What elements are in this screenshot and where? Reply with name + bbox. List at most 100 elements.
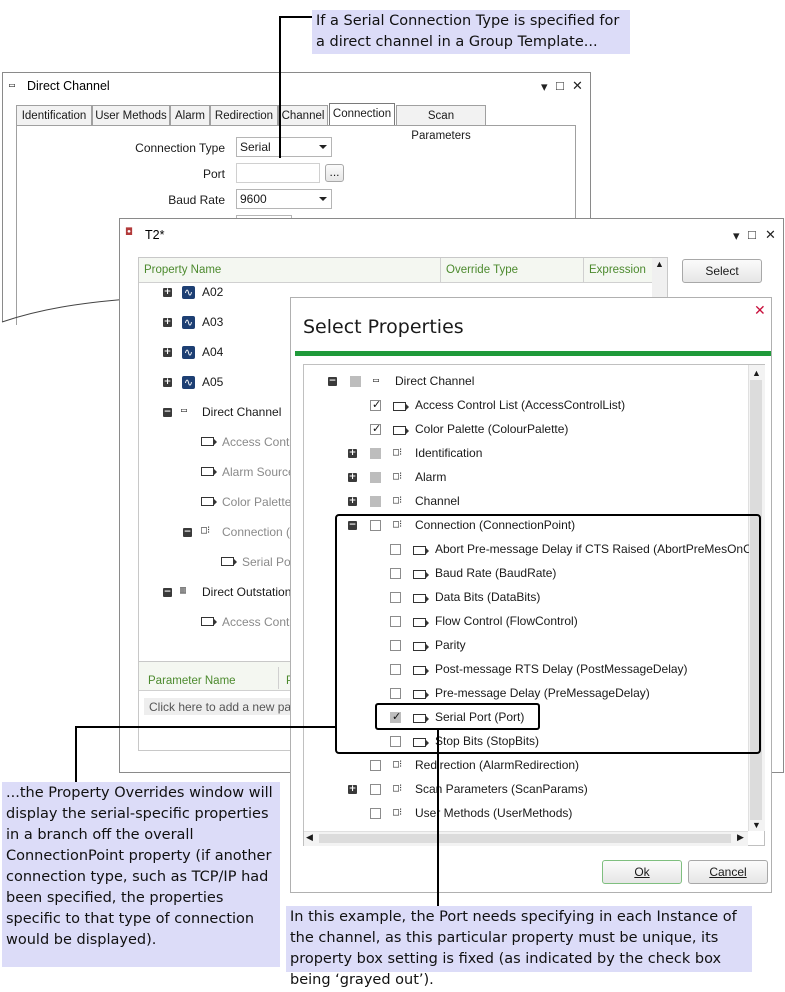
checkbox[interactable] bbox=[370, 760, 381, 771]
tree-item[interactable]: Access Control List (AccessControlList) bbox=[415, 396, 625, 414]
tab-identification[interactable]: Identification bbox=[16, 105, 92, 125]
leader-line bbox=[75, 726, 77, 782]
collapse-icon[interactable]: − bbox=[163, 408, 172, 417]
tree-item[interactable]: Alarm Source bbox=[222, 463, 295, 481]
direct-channel-title: Direct Channel bbox=[27, 79, 110, 93]
connection-type-value: Serial bbox=[240, 140, 271, 154]
expand-icon[interactable]: + bbox=[163, 318, 172, 327]
checkbox[interactable]: ✓ bbox=[370, 398, 381, 411]
group-icon: □⁝ bbox=[393, 447, 403, 458]
expand-icon[interactable]: + bbox=[163, 378, 172, 387]
col-divider bbox=[583, 258, 584, 282]
tree-item[interactable]: A05 bbox=[202, 373, 223, 391]
scroll-right-icon[interactable]: ▶ bbox=[737, 832, 744, 843]
h-scroll-thumb[interactable] bbox=[319, 834, 731, 843]
scroll-down-icon[interactable]: ▼ bbox=[752, 820, 761, 830]
browse-button[interactable]: ... bbox=[325, 164, 344, 182]
tab-alarm[interactable]: Alarm bbox=[170, 105, 210, 125]
port-field[interactable] bbox=[236, 163, 320, 183]
checkbox[interactable] bbox=[370, 784, 381, 795]
dropdown-icon[interactable]: ▾ bbox=[541, 80, 548, 93]
column-parameter-name[interactable]: Parameter Name bbox=[148, 675, 236, 687]
tab-user-methods[interactable]: User Methods bbox=[92, 105, 170, 125]
tree-item[interactable]: Identification bbox=[415, 444, 482, 462]
tree-item[interactable]: Redirection (AlarmRedirection) bbox=[415, 756, 579, 774]
torn-edge bbox=[1, 298, 129, 323]
maximize-icon[interactable]: □ bbox=[748, 228, 756, 241]
connection-type-label: Connection Type bbox=[135, 141, 225, 155]
expand-icon[interactable]: + bbox=[163, 288, 172, 297]
group-icon: □⁝ bbox=[393, 807, 403, 818]
checkbox bbox=[370, 472, 381, 483]
column-override-type[interactable]: Override Type bbox=[446, 264, 518, 276]
tree-item[interactable]: Direct Outstation bbox=[202, 583, 291, 601]
scroll-left-icon[interactable]: ◀ bbox=[306, 832, 313, 843]
cancel-button[interactable]: Cancel bbox=[688, 860, 768, 884]
scroll-up-icon[interactable]: ▲ bbox=[655, 259, 664, 269]
collapse-icon[interactable]: − bbox=[183, 528, 192, 537]
dropdown-icon[interactable]: ▾ bbox=[733, 229, 740, 242]
t2-title: T2* bbox=[145, 228, 165, 242]
connection-type-select[interactable]: Serial bbox=[236, 137, 332, 157]
tree-item[interactable]: Access Contro bbox=[222, 613, 300, 631]
ok-label: Ok bbox=[634, 865, 650, 879]
baud-rate-select[interactable]: 9600 bbox=[236, 189, 332, 209]
tab-bar: Identification User Methods Alarm Redire… bbox=[16, 103, 576, 142]
tree-item[interactable]: Scan Parameters (ScanParams) bbox=[415, 780, 588, 798]
expand-icon[interactable]: + bbox=[348, 473, 357, 482]
tree-item[interactable]: Channel bbox=[415, 492, 460, 510]
callout-bottom: In this example, the Port needs specifyi… bbox=[286, 906, 752, 988]
tree-item[interactable]: Access Contro bbox=[222, 433, 300, 451]
tab-connection[interactable]: Connection bbox=[329, 103, 395, 125]
scroll-up-icon[interactable]: ▲ bbox=[752, 368, 761, 378]
serial-port-highlight-box bbox=[375, 703, 540, 730]
collapse-icon[interactable]: − bbox=[163, 588, 172, 597]
expand-icon[interactable]: + bbox=[348, 449, 357, 458]
tab-redirection[interactable]: Redirection bbox=[210, 105, 278, 125]
group-icon: □⁝ bbox=[393, 471, 403, 482]
group-icon: □⁝ bbox=[393, 783, 403, 794]
tree-item[interactable]: Direct Channel bbox=[202, 403, 281, 421]
expand-icon[interactable]: + bbox=[348, 785, 357, 794]
checkbox[interactable]: ✓ bbox=[370, 422, 381, 435]
checkbox bbox=[370, 448, 381, 459]
tab-channel[interactable]: Channel bbox=[278, 105, 328, 125]
maximize-icon[interactable]: □ bbox=[556, 79, 564, 92]
tree-item[interactable]: A04 bbox=[202, 343, 223, 361]
property-icon bbox=[393, 402, 409, 411]
column-property-name[interactable]: Property Name bbox=[144, 264, 221, 276]
tree-item[interactable]: Color Palette bbox=[222, 493, 291, 511]
property-icon bbox=[201, 437, 217, 446]
tree-item[interactable]: Direct Channel bbox=[395, 372, 474, 390]
analog-point-icon: ∿ bbox=[182, 286, 195, 299]
ok-button[interactable]: Ok bbox=[602, 860, 682, 884]
tree-item[interactable]: A02 bbox=[202, 283, 223, 301]
tree-item[interactable]: Color Palette (ColourPalette) bbox=[415, 420, 568, 438]
tree-item[interactable]: Connection ( bbox=[222, 523, 290, 541]
close-icon[interactable]: ✕ bbox=[754, 303, 766, 319]
checkbox[interactable] bbox=[370, 808, 381, 819]
expand-icon[interactable]: + bbox=[348, 497, 357, 506]
tab-scan-parameters[interactable]: Scan Parameters bbox=[396, 105, 486, 142]
chevron-down-icon bbox=[319, 145, 327, 149]
tree-item[interactable]: Alarm bbox=[415, 468, 446, 486]
select-button[interactable]: Select bbox=[682, 259, 762, 283]
callout-left: ...the Property Overrides window will di… bbox=[2, 782, 280, 967]
close-icon[interactable]: ✕ bbox=[572, 79, 583, 92]
close-icon[interactable]: ✕ bbox=[765, 228, 776, 241]
tree-item[interactable]: Serial Por bbox=[242, 553, 295, 571]
collapse-icon[interactable]: − bbox=[328, 377, 337, 386]
cancel-label: Cancel bbox=[709, 865, 747, 879]
expand-icon[interactable]: + bbox=[163, 348, 172, 357]
callout-top: If a Serial Connection Type is specified… bbox=[312, 10, 630, 54]
group-icon: □⁝ bbox=[393, 495, 403, 506]
property-icon bbox=[201, 467, 217, 476]
leader-line bbox=[279, 16, 281, 158]
analog-point-icon: ∿ bbox=[182, 376, 195, 389]
baud-rate-value: 9600 bbox=[240, 192, 267, 206]
tree-item[interactable]: A03 bbox=[202, 313, 223, 331]
new-parameter-placeholder[interactable]: Click here to add a new pa bbox=[149, 700, 291, 714]
property-icon bbox=[201, 617, 217, 626]
analog-point-icon: ∿ bbox=[182, 346, 195, 359]
column-expression[interactable]: Expression bbox=[589, 264, 646, 276]
